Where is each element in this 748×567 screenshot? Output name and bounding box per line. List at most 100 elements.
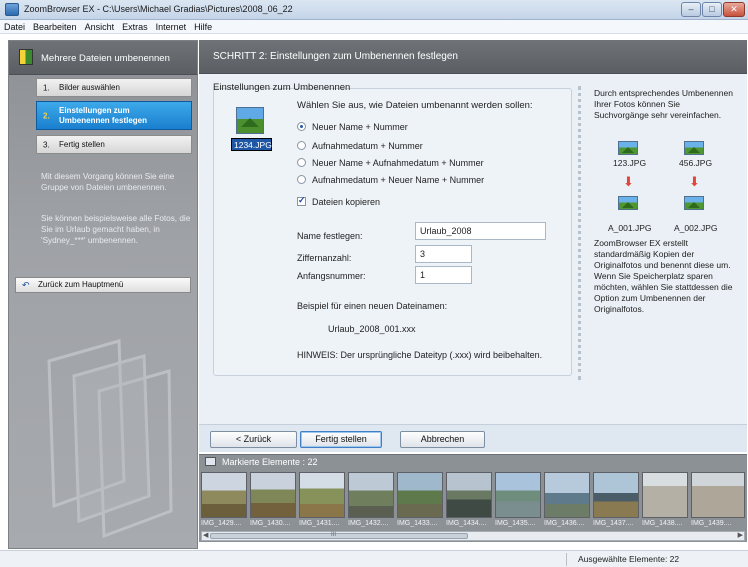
film-thumbnail[interactable] — [250, 472, 296, 518]
back-to-main-menu-label: Zurück zum Hauptmenü — [38, 280, 124, 289]
status-separator — [566, 553, 567, 566]
photo-thumbnail-icon — [618, 196, 638, 210]
step-finish[interactable]: 3. Fertig stellen — [36, 135, 192, 154]
close-button[interactable]: ✕ — [723, 2, 745, 17]
digits-input[interactable]: 3 — [415, 245, 472, 263]
film-filename: IMG_1435.... — [495, 520, 536, 527]
film-thumbnail[interactable] — [691, 472, 745, 518]
start-number-input[interactable]: 1 — [415, 266, 472, 284]
scroll-left-icon[interactable]: ◀ — [203, 532, 208, 540]
radio-dot — [297, 141, 306, 150]
film-filename: IMG_1436.... — [544, 520, 585, 527]
status-selected-count: Ausgewählte Elemente: 22 — [578, 554, 680, 564]
hint-text: HINWEIS: Der ursprüngliche Dateityp (.xx… — [297, 350, 543, 360]
finish-button[interactable]: Fertig stellen — [300, 431, 382, 448]
step-number: 1. — [43, 83, 50, 92]
filmstrip-count: Markierte Elemente : 22 — [222, 457, 318, 467]
scrollbar-thumb[interactable]: III — [210, 532, 468, 539]
scroll-right-icon[interactable]: ▶ — [738, 532, 743, 540]
film-filename: IMG_1439.... — [691, 520, 732, 527]
checkbox-box — [297, 195, 306, 206]
film-thumbnail[interactable] — [593, 472, 639, 518]
step-select-images[interactable]: 1. Bilder auswählen — [36, 78, 192, 97]
photo-thumbnail-icon — [618, 141, 638, 155]
info-note-text: ZoomBrowser EX erstellt standardmäßig Ko… — [594, 238, 733, 314]
film-thumbnail[interactable] — [397, 472, 443, 518]
film-thumbnail[interactable] — [446, 472, 492, 518]
example-old-name: 456.JPG — [679, 158, 713, 168]
name-label: Name festlegen: — [297, 231, 363, 241]
radio-dot — [297, 175, 306, 184]
radio-option-name-number[interactable]: Neuer Name + Nummer — [297, 122, 408, 132]
digits-label: Ziffernanzahl: — [297, 253, 352, 263]
film-filename: IMG_1432.... — [348, 520, 389, 527]
film-filename: IMG_1433.... — [397, 520, 438, 527]
film-filename: IMG_1431.... — [299, 520, 340, 527]
status-bar: Ausgewählte Elemente: 22 — [0, 550, 748, 567]
film-filename: IMG_1434.... — [446, 520, 487, 527]
down-arrow-icon: ⬇ — [623, 174, 634, 189]
menu-internet[interactable]: Internet — [152, 20, 191, 34]
minimize-button[interactable]: – — [681, 2, 701, 17]
film-thumbnail[interactable] — [495, 472, 541, 518]
film-thumbnail[interactable] — [299, 472, 345, 518]
radio-label: Aufnahmedatum + Nummer — [312, 141, 423, 151]
step-label: Einstellungen zum Umbenennen festlegen — [59, 105, 148, 125]
menu-extras[interactable]: Extras — [118, 20, 152, 34]
back-button[interactable]: < Zurück — [210, 431, 297, 448]
thumbnail-filename-label: 1234.JPG — [231, 138, 272, 151]
film-filename: IMG_1430.... — [250, 520, 291, 527]
left-description-2: Sie können beispielsweise alle Fotos, di… — [41, 214, 191, 245]
title-bar: ZoomBrowser EX - C:\Users\Michael Gradia… — [0, 0, 748, 20]
example-new-name: A_001.JPG — [608, 223, 652, 233]
rename-task-icon — [19, 49, 33, 65]
example-label: Beispiel für einen neuen Dateinamen: — [297, 301, 448, 311]
film-filename: IMG_1437.... — [593, 520, 634, 527]
step-label: Bilder auswählen — [59, 82, 120, 92]
radio-option-date-name-number[interactable]: Aufnahmedatum + Neuer Name + Nummer — [297, 175, 484, 185]
down-arrow-icon: ⬇ — [689, 174, 700, 189]
left-panel-header: Mehrere Dateien umbenennen — [9, 41, 197, 75]
film-thumbnail[interactable] — [544, 472, 590, 518]
menu-datei[interactable]: Datei — [0, 20, 29, 34]
settings-group-title: Einstellungen zum Umbenennen — [213, 82, 351, 93]
info-intro-text: Durch entsprechendes Umbenennen Ihrer Fo… — [594, 88, 733, 120]
copy-files-checkbox[interactable]: Dateien kopieren — [297, 195, 381, 207]
image-thumbnail-icon — [236, 107, 264, 134]
window-title: ZoomBrowser EX - C:\Users\Michael Gradia… — [24, 4, 293, 14]
menu-hilfe[interactable]: Hilfe — [190, 20, 216, 34]
menu-bearbeiten[interactable]: Bearbeiten — [29, 20, 81, 34]
dotted-divider — [578, 86, 581, 380]
example-old-name: 123.JPG — [613, 158, 647, 168]
rename-method-question: Wählen Sie aus, wie Dateien umbenannt we… — [297, 100, 533, 111]
cancel-button[interactable]: Abbrechen — [400, 431, 485, 448]
name-input[interactable]: Urlaub_2008 — [415, 222, 546, 240]
photo-thumbnail-icon — [684, 196, 704, 210]
step-number: 3. — [43, 140, 50, 149]
radio-dot — [297, 158, 306, 167]
radio-option-name-date-number[interactable]: Neuer Name + Aufnahmedatum + Nummer — [297, 158, 484, 168]
step-label: Fertig stellen — [59, 139, 105, 149]
filmstrip-icon — [205, 457, 216, 466]
maximize-button[interactable]: □ — [702, 2, 722, 17]
photo-thumbnail-icon — [684, 141, 704, 155]
checkbox-label: Dateien kopieren — [312, 197, 381, 207]
left-description-1: Mit diesem Vorgang können Sie eine Grupp… — [41, 172, 175, 192]
film-thumbnail[interactable] — [642, 472, 688, 518]
step-header: SCHRITT 2: Einstellungen zum Umbenennen … — [199, 40, 747, 74]
example-new-name: A_002.JPG — [674, 223, 718, 233]
menu-ansicht[interactable]: Ansicht — [81, 20, 119, 34]
step-number: 2. — [43, 111, 50, 120]
radio-label: Aufnahmedatum + Neuer Name + Nummer — [312, 175, 485, 185]
film-thumbnail[interactable] — [348, 472, 394, 518]
radio-dot — [297, 122, 306, 131]
filmstrip-scrollbar[interactable]: ◀ III ▶ — [201, 531, 745, 541]
step-rename-settings[interactable]: 2. Einstellungen zum Umbenennen festlege… — [36, 101, 192, 130]
filmstrip-header: Markierte Elemente : 22 — [205, 457, 318, 467]
film-thumbnail[interactable] — [201, 472, 247, 518]
back-to-main-menu-button[interactable]: ↶ Zurück zum Hauptmenü — [15, 277, 191, 293]
back-arrow-icon: ↶ — [22, 280, 30, 290]
start-number-label: Anfangsnummer: — [297, 271, 366, 281]
radio-option-date-number[interactable]: Aufnahmedatum + Nummer — [297, 141, 423, 151]
step-title: SCHRITT 2: Einstellungen zum Umbenennen … — [213, 51, 458, 62]
